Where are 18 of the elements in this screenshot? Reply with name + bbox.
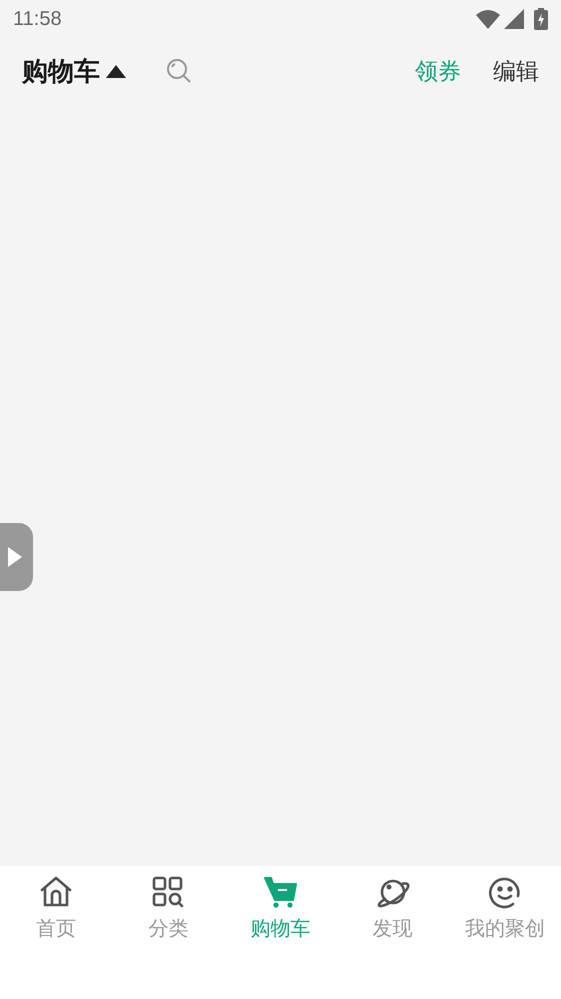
header-action[interactable]: 领券	[415, 54, 461, 88]
search-icon[interactable]	[166, 58, 192, 84]
battery-icon	[534, 8, 548, 30]
tab[interactable]: 购物车	[224, 874, 337, 944]
play-icon	[8, 547, 22, 567]
tab[interactable]: 首页	[0, 874, 112, 944]
side-handle[interactable]	[0, 523, 33, 591]
status-time: 11:58	[13, 7, 62, 32]
page-title[interactable]: 购物车	[22, 52, 100, 90]
wifi-icon	[476, 9, 500, 29]
cart-icon	[262, 874, 298, 910]
tab[interactable]: 我的聚创	[448, 874, 561, 944]
tab[interactable]: 发现	[336, 874, 449, 944]
caret-up-icon[interactable]	[106, 64, 126, 78]
header-action[interactable]: 编辑	[493, 54, 539, 88]
grid-search-icon	[150, 874, 186, 910]
signal-icon	[504, 9, 524, 29]
tab[interactable]: 分类	[112, 874, 224, 944]
